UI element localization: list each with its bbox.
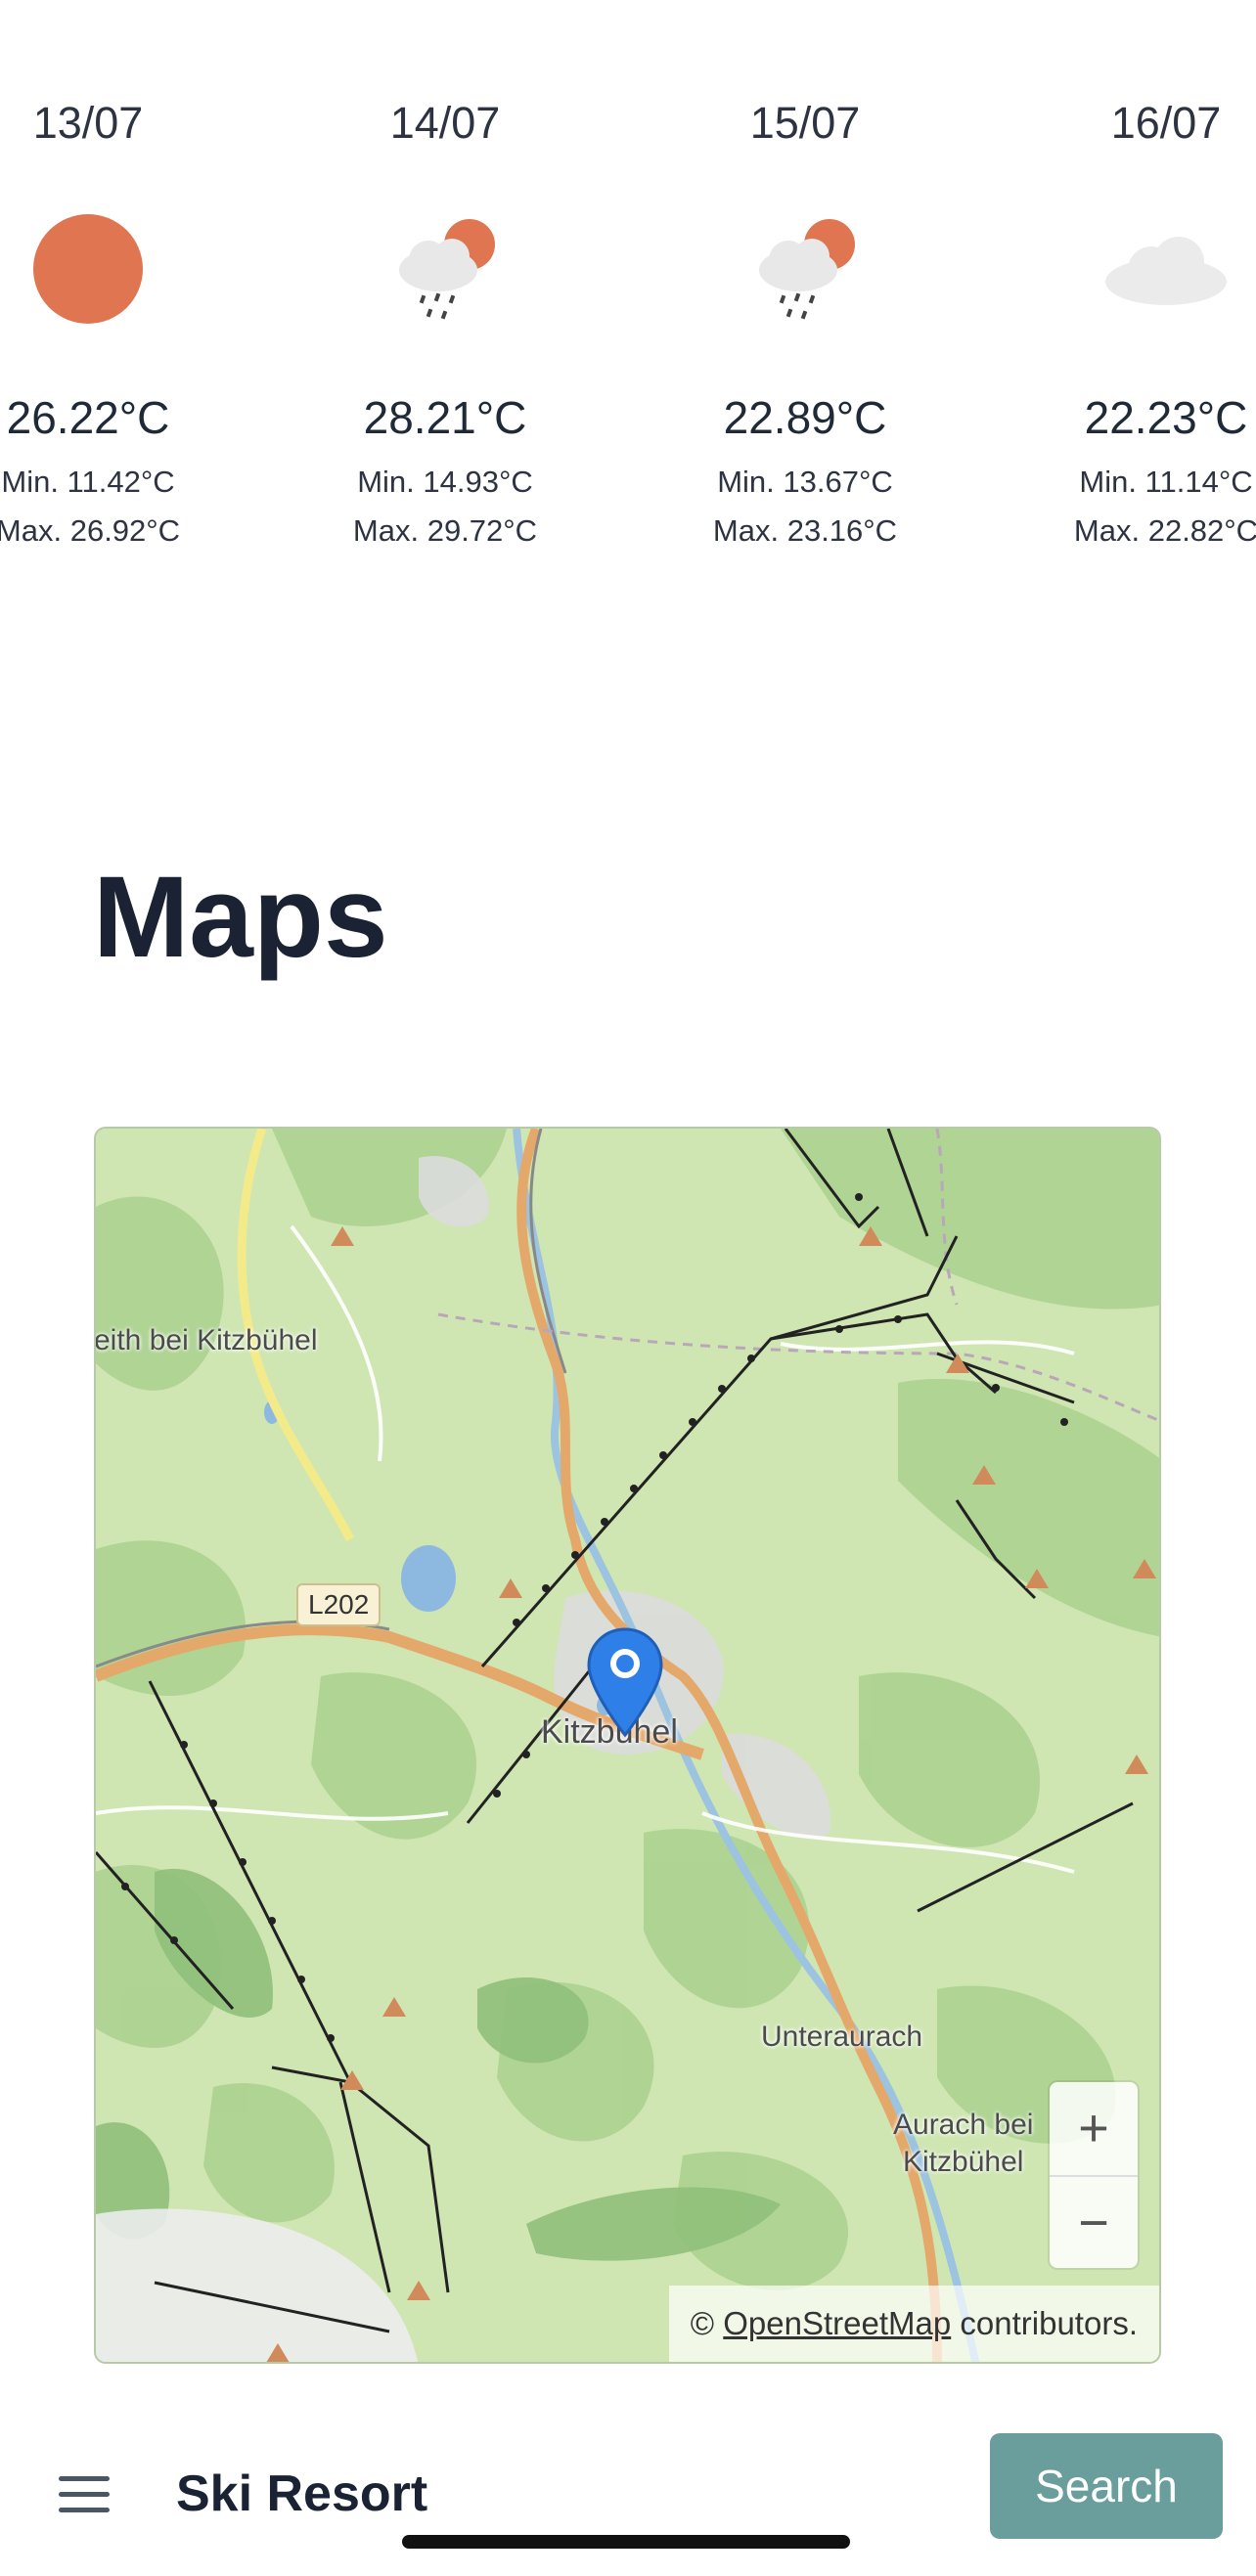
search-button[interactable]: Search (990, 2433, 1223, 2539)
map-view[interactable]: eith bei Kitzbühel L202 Kitzbühel Untera… (94, 1127, 1161, 2364)
map-attribution: © OpenStreetMap contributors. (668, 2286, 1159, 2362)
hamburger-menu-icon[interactable] (59, 2470, 117, 2519)
forecast-temp: 28.21°C (363, 392, 527, 443)
forecast-min: Min. 13.67°C (717, 465, 893, 499)
weather-forecast-strip[interactable]: 13/07 26.22°C Min. 11.42°C Max. 26.92°C … (0, 0, 1256, 587)
location-pin-icon[interactable] (585, 1625, 665, 1739)
forecast-day: 14/07 28.21°C Min. 14.93°C Max. 29.72°C (298, 0, 592, 587)
map-label-aurach-line1: Aurach bei (893, 2109, 1034, 2141)
zoom-out-button[interactable]: − (1050, 2175, 1138, 2268)
forecast-min: Min. 14.93°C (357, 465, 533, 499)
forecast-day: 16/07 22.23°C Min. 11.14°C Max. 22.82°C (1019, 0, 1256, 587)
map-label-unteraurach: Unteraurach (761, 2021, 923, 2053)
road-shield-l202: L202 (296, 1583, 381, 1626)
map-label-aurach-line2: Kitzbühel (903, 2146, 1024, 2178)
maps-heading: Maps (93, 853, 388, 982)
zoom-control: + − (1050, 2082, 1138, 2268)
forecast-date: 15/07 (749, 98, 861, 148)
forecast-temp: 26.22°C (6, 392, 170, 443)
forecast-date: 13/07 (32, 98, 144, 148)
forecast-temp: 22.89°C (723, 392, 887, 443)
map-label-aurach: Aurach bei Kitzbühel (893, 2107, 1033, 2181)
brand-title[interactable]: Ski Resort (176, 2465, 427, 2523)
sun-icon (24, 205, 152, 333)
forecast-min: Min. 11.42°C (1, 465, 175, 499)
forecast-day: 13/07 26.22°C Min. 11.42°C Max. 26.92°C (0, 0, 235, 587)
forecast-date: 14/07 (389, 98, 501, 148)
rain-sun-icon (741, 205, 869, 333)
bottom-navigation-bar: Ski Resort Search (0, 2402, 1256, 2576)
map-label-village: eith bei Kitzbühel (94, 1324, 318, 1356)
rain-sun-icon (381, 205, 509, 333)
forecast-min: Min. 11.14°C (1079, 465, 1253, 499)
home-indicator (402, 2535, 850, 2549)
zoom-in-button[interactable]: + (1050, 2082, 1138, 2175)
attribution-suffix: contributors. (960, 2305, 1138, 2341)
forecast-max: Max. 26.92°C (0, 513, 181, 548)
attribution-copyright: © (690, 2305, 715, 2341)
forecast-temp: 22.23°C (1084, 392, 1248, 443)
forecast-max: Max. 22.82°C (1073, 513, 1256, 548)
forecast-date: 16/07 (1110, 98, 1222, 148)
forecast-max: Max. 23.16°C (712, 513, 898, 548)
forecast-max: Max. 29.72°C (352, 513, 538, 548)
forecast-day: 15/07 22.89°C Min. 13.67°C Max. 23.16°C (658, 0, 952, 587)
cloud-icon (1102, 205, 1230, 333)
openstreetmap-link[interactable]: OpenStreetMap (723, 2305, 951, 2341)
